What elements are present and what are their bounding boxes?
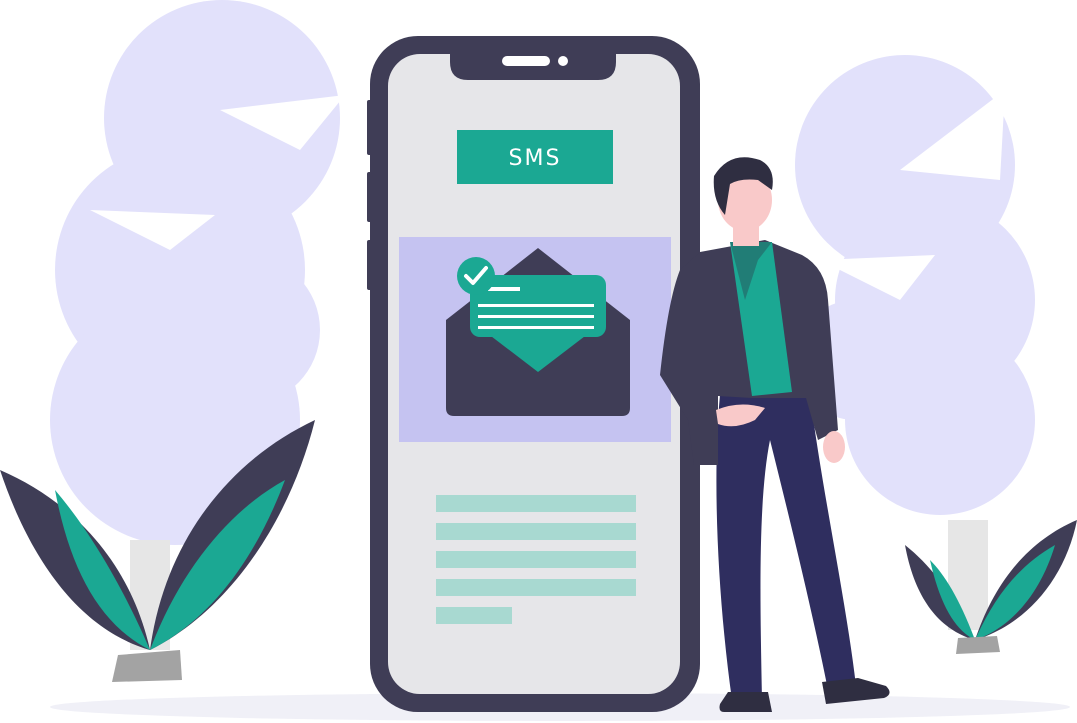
- text-line: [436, 607, 512, 624]
- sms-illustration: SMS: [0, 0, 1077, 721]
- right-plant-icon: [905, 520, 1077, 654]
- text-line: [436, 523, 636, 540]
- sms-label: SMS: [509, 146, 562, 171]
- check-icon: [457, 257, 495, 295]
- text-line: [436, 495, 636, 512]
- text-line: [436, 551, 636, 568]
- text-line: [436, 579, 636, 596]
- sms-badge: SMS: [457, 130, 613, 184]
